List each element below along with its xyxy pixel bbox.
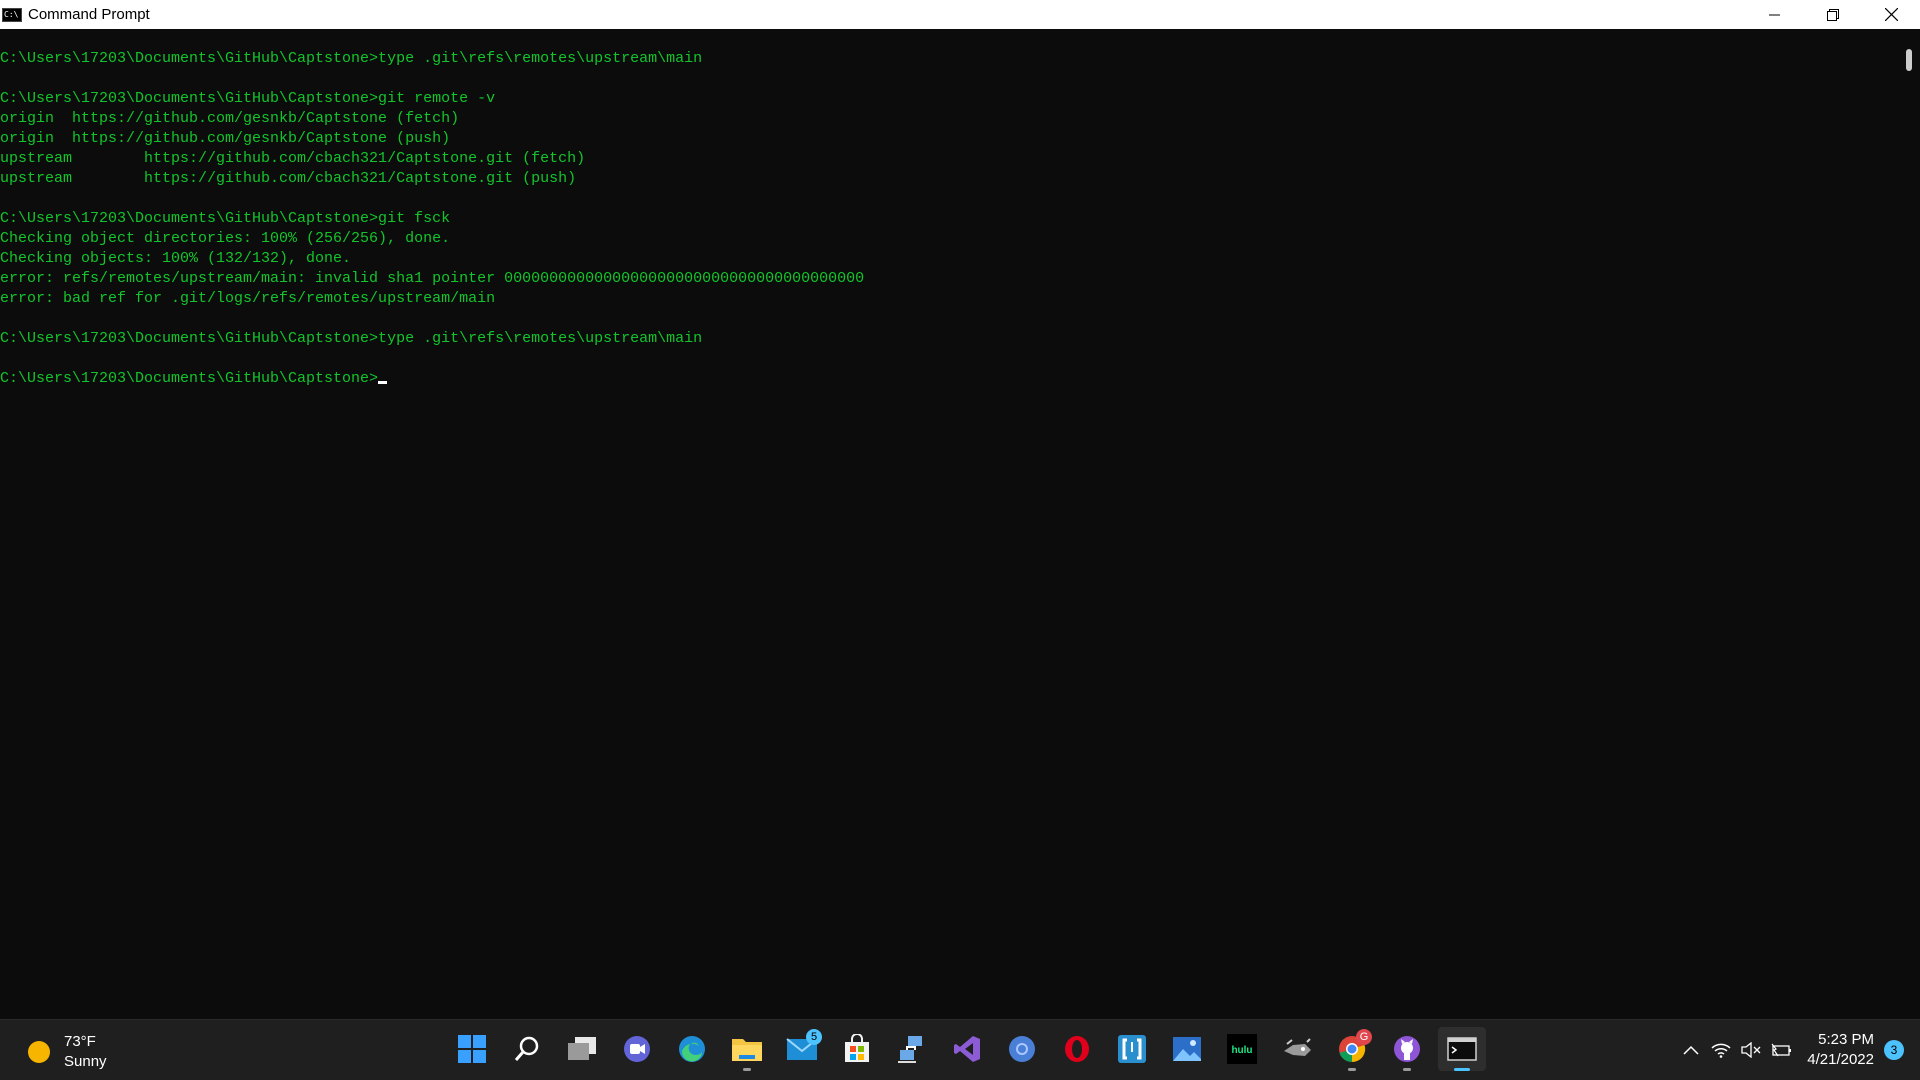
photos-button[interactable]: [1163, 1027, 1211, 1071]
file-explorer-button[interactable]: [723, 1027, 771, 1071]
battery-button[interactable]: [1767, 1036, 1795, 1064]
active-indicator: [1454, 1068, 1470, 1071]
battery-charging-icon: [1771, 1043, 1792, 1057]
weather-widget[interactable]: 73°F Sunny: [28, 1032, 107, 1072]
opera-button[interactable]: [1053, 1027, 1101, 1071]
weather-temperature: 73°F: [64, 1033, 96, 1050]
clock-date: 4/21/2022: [1807, 1051, 1874, 1068]
game-button[interactable]: [1273, 1027, 1321, 1071]
console-output[interactable]: C:\Users\17203\Documents\GitHub\Captston…: [0, 29, 1898, 1019]
command-prompt-button[interactable]: [1438, 1027, 1486, 1071]
console-line: C:\Users\17203\Documents\GitHub\Captston…: [0, 330, 703, 347]
console-line: Checking object directories: 100% (256/2…: [0, 230, 451, 247]
running-indicator: [1403, 1068, 1411, 1071]
chromium-button[interactable]: [998, 1027, 1046, 1071]
clock[interactable]: 5:23 PM 4/21/2022: [1807, 1030, 1874, 1070]
console-line: upstream https://github.com/cbach321/Cap…: [0, 150, 586, 167]
mail-badge: 5: [806, 1029, 822, 1045]
notification-count-badge[interactable]: 3: [1884, 1040, 1904, 1060]
taskbar-apps: 5 hulu G: [448, 1027, 1493, 1071]
system-tray: 5:23 PM 4/21/2022 3: [1677, 1020, 1920, 1080]
console-line: error: refs/remotes/upstream/main: inval…: [0, 270, 865, 287]
chrome-button[interactable]: G: [1328, 1027, 1376, 1071]
teams-chat-icon: [624, 1036, 650, 1062]
text-cursor: [378, 381, 388, 384]
restore-icon: [1827, 8, 1839, 21]
console-line: upstream https://github.com/cbach321/Cap…: [0, 170, 577, 187]
command-prompt-icon: [1447, 1037, 1477, 1061]
console-line: C:\Users\17203\Documents\GitHub\Captston…: [0, 210, 451, 227]
start-button[interactable]: [448, 1027, 496, 1071]
wifi-icon: [1711, 1043, 1731, 1058]
github-desktop-icon: [1394, 1036, 1420, 1062]
mail-button[interactable]: 5: [778, 1027, 826, 1071]
console-line: C:\Users\17203\Documents\GitHub\Captston…: [0, 50, 703, 67]
bracket-app-button[interactable]: [1108, 1027, 1156, 1071]
running-indicator: [1348, 1068, 1356, 1071]
prompt-text: C:\Users\17203\Documents\GitHub\Captston…: [0, 370, 379, 387]
bracket-app-icon: [1118, 1035, 1146, 1063]
github-desktop-button[interactable]: [1383, 1027, 1431, 1071]
console-line: origin https://github.com/gesnkb/Captsto…: [0, 130, 451, 147]
chromium-icon: [1009, 1036, 1035, 1062]
running-indicator: [743, 1068, 751, 1071]
vertical-scrollbar[interactable]: [1898, 29, 1920, 1019]
volume-muted-icon: [1741, 1042, 1761, 1058]
sun-icon: [28, 1041, 50, 1063]
task-view-button[interactable]: [558, 1027, 606, 1071]
minimize-button[interactable]: [1746, 0, 1804, 29]
network-tool-button[interactable]: [888, 1027, 936, 1071]
edge-button[interactable]: [668, 1027, 716, 1071]
wifi-button[interactable]: [1707, 1036, 1735, 1064]
taskbar: 73°F Sunny 5 hulu G 5:23 PM 4/21/2022 3: [0, 1019, 1920, 1080]
file-explorer-icon: [732, 1039, 762, 1061]
console-line: error: bad ref for .git/logs/refs/remote…: [0, 290, 496, 307]
photos-icon: [1173, 1037, 1201, 1061]
console-line: Checking objects: 100% (132/132), done.: [0, 250, 352, 267]
volume-button[interactable]: [1737, 1036, 1765, 1064]
game-icon: [1284, 1038, 1311, 1056]
chevron-up-icon: [1683, 1045, 1699, 1055]
search-icon: [514, 1036, 539, 1061]
teams-chat-button[interactable]: [613, 1027, 661, 1071]
visual-studio-icon: [954, 1036, 980, 1062]
close-icon: [1884, 8, 1898, 21]
prompt-line[interactable]: C:\Users\17203\Documents\GitHub\Captston…: [0, 369, 1898, 389]
console-line: C:\Users\17203\Documents\GitHub\Captston…: [0, 90, 496, 107]
close-button[interactable]: [1862, 0, 1920, 29]
minimize-icon: [1769, 14, 1780, 15]
chrome-profile-badge: G: [1356, 1029, 1372, 1045]
restore-button[interactable]: [1804, 0, 1862, 29]
search-button[interactable]: [503, 1027, 551, 1071]
window-title: Command Prompt: [28, 6, 150, 23]
scrollbar-thumb[interactable]: [1906, 49, 1912, 71]
hulu-logo-text: hulu: [1231, 1045, 1252, 1056]
hulu-button[interactable]: hulu: [1218, 1027, 1266, 1071]
start-icon: [458, 1035, 486, 1063]
hulu-icon: hulu: [1227, 1034, 1257, 1064]
task-view-icon: [568, 1037, 596, 1060]
microsoft-store-icon: [845, 1034, 869, 1062]
show-hidden-icons-button[interactable]: [1677, 1036, 1705, 1064]
command-prompt-app-icon[interactable]: C:\: [2, 7, 22, 22]
edge-icon: [679, 1036, 705, 1062]
opera-icon: [1065, 1036, 1089, 1062]
console-line: origin https://github.com/gesnkb/Captsto…: [0, 110, 460, 127]
microsoft-store-button[interactable]: [833, 1027, 881, 1071]
weather-condition: Sunny: [64, 1053, 107, 1070]
network-tool-icon: [898, 1036, 922, 1063]
visual-studio-button[interactable]: [943, 1027, 991, 1071]
clock-time: 5:23 PM: [1818, 1031, 1874, 1048]
title-bar: C:\ Command Prompt: [0, 0, 1920, 29]
